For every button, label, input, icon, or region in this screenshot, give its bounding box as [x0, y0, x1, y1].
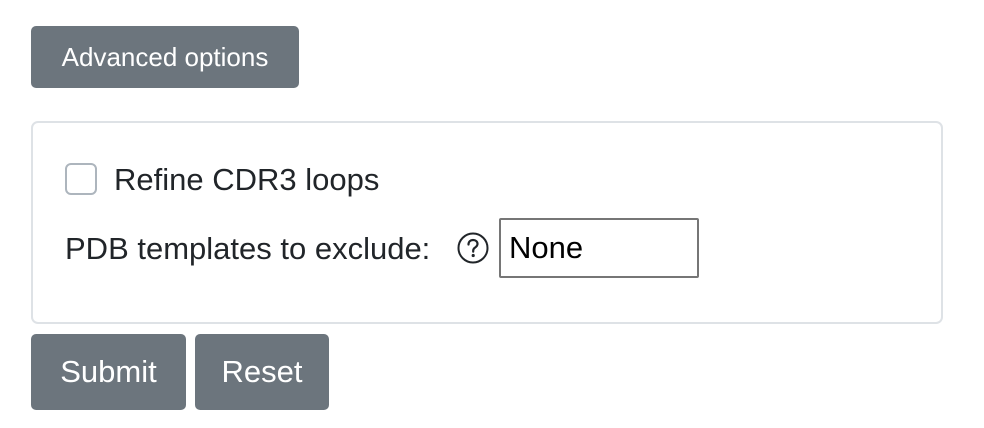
reset-button[interactable]: Reset	[195, 334, 329, 410]
exclude-templates-input[interactable]	[499, 218, 699, 278]
submit-button[interactable]: Submit	[31, 334, 186, 410]
question-circle-icon[interactable]	[457, 232, 489, 264]
refine-cdr3-label[interactable]: Refine CDR3 loops	[114, 160, 379, 200]
advanced-options-panel	[31, 121, 943, 324]
form-page: Advanced options Refine CDR3 loops PDB t…	[0, 0, 984, 428]
advanced-options-button[interactable]: Advanced options	[31, 26, 299, 88]
exclude-templates-label: PDB templates to exclude:	[65, 231, 431, 266]
refine-cdr3-checkbox[interactable]	[65, 163, 97, 195]
